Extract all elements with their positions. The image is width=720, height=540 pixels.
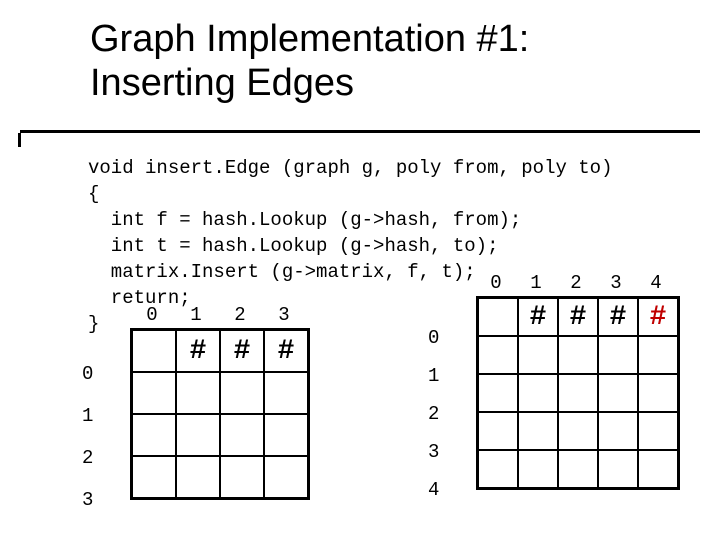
left-grid-wrap: 0 1 2 3 # # # xyxy=(106,328,310,500)
table-row xyxy=(478,336,678,374)
right-col-headers: 0 1 2 3 4 xyxy=(476,274,680,293)
left-row-1: 1 xyxy=(82,395,93,437)
left-col-2: 2 xyxy=(218,306,262,325)
right-row-labels: 0 1 2 3 4 xyxy=(428,319,439,509)
cell xyxy=(638,374,678,412)
code-line-3: int f = hash.Lookup (g->hash, from); xyxy=(88,209,521,231)
slide: Graph Implementation #1: Inserting Edges… xyxy=(0,0,720,540)
right-row-2: 2 xyxy=(428,395,439,433)
code-line-2: { xyxy=(88,183,99,205)
left-col-3: 3 xyxy=(262,306,306,325)
left-row-3: 3 xyxy=(82,479,93,521)
slide-title: Graph Implementation #1: Inserting Edges xyxy=(90,18,690,105)
code-line-4: int t = hash.Lookup (g->hash, to); xyxy=(88,235,498,257)
cell xyxy=(220,456,264,498)
cell xyxy=(558,412,598,450)
cell xyxy=(598,336,638,374)
left-row-0: 0 xyxy=(82,353,93,395)
table-row xyxy=(132,456,308,498)
cell xyxy=(478,374,518,412)
cell xyxy=(598,374,638,412)
right-row-3: 3 xyxy=(428,433,439,471)
left-col-1: 1 xyxy=(174,306,218,325)
cell xyxy=(176,414,220,456)
left-grid: # # # xyxy=(130,328,310,500)
cell xyxy=(638,336,678,374)
left-col-headers: 0 1 2 3 xyxy=(130,306,310,325)
table-row xyxy=(132,414,308,456)
left-row-2: 2 xyxy=(82,437,93,479)
right-grid: # # # # xyxy=(476,296,680,490)
cell xyxy=(638,450,678,488)
cell xyxy=(518,412,558,450)
cell xyxy=(132,456,176,498)
cell xyxy=(132,372,176,414)
cell xyxy=(558,374,598,412)
table-row xyxy=(478,412,678,450)
cell xyxy=(176,372,220,414)
cell: # xyxy=(220,330,264,372)
left-row-labels: 0 1 2 3 xyxy=(82,353,93,521)
cell xyxy=(478,298,518,336)
title-line-2: Inserting Edges xyxy=(90,62,354,104)
code-line-5: matrix.Insert (g->matrix, f, t); xyxy=(88,261,476,283)
cell xyxy=(518,450,558,488)
cell xyxy=(176,456,220,498)
cell xyxy=(264,456,308,498)
left-col-0: 0 xyxy=(130,306,174,325)
right-row-4: 4 xyxy=(428,471,439,509)
cell: # xyxy=(518,298,558,336)
cell xyxy=(558,450,598,488)
right-row-0: 0 xyxy=(428,319,439,357)
code-line-1: void insert.Edge (graph g, poly from, po… xyxy=(88,157,613,179)
title-underline xyxy=(20,130,700,133)
cell-highlighted: # xyxy=(638,298,678,336)
cell xyxy=(518,336,558,374)
title-corner-mark xyxy=(18,133,21,147)
table-row xyxy=(478,374,678,412)
cell: # xyxy=(598,298,638,336)
right-row-1: 1 xyxy=(428,357,439,395)
table-row: # # # # xyxy=(478,298,678,336)
cell xyxy=(220,414,264,456)
cell xyxy=(478,412,518,450)
cell xyxy=(132,414,176,456)
title-line-1: Graph Implementation #1: xyxy=(90,18,529,60)
left-matrix: 0 1 2 3 0 1 2 3 # # # xyxy=(106,306,310,500)
cell xyxy=(264,372,308,414)
cell xyxy=(478,336,518,374)
code-line-7: } xyxy=(88,313,99,335)
cell xyxy=(264,414,308,456)
cell xyxy=(598,450,638,488)
cell xyxy=(478,450,518,488)
table-row xyxy=(132,372,308,414)
right-col-0: 0 xyxy=(476,274,516,293)
right-col-2: 2 xyxy=(556,274,596,293)
right-col-4: 4 xyxy=(636,274,676,293)
cell: # xyxy=(264,330,308,372)
cell: # xyxy=(176,330,220,372)
right-grid-wrap: 0 1 2 3 4 # # # # xyxy=(452,296,680,490)
cell xyxy=(638,412,678,450)
cell xyxy=(220,372,264,414)
cell xyxy=(518,374,558,412)
cell xyxy=(132,330,176,372)
cell xyxy=(598,412,638,450)
right-col-1: 1 xyxy=(516,274,556,293)
cell xyxy=(558,336,598,374)
table-row xyxy=(478,450,678,488)
cell: # xyxy=(558,298,598,336)
right-matrix: 0 1 2 3 4 0 1 2 3 4 # # # # xyxy=(452,274,680,490)
right-col-3: 3 xyxy=(596,274,636,293)
table-row: # # # xyxy=(132,330,308,372)
